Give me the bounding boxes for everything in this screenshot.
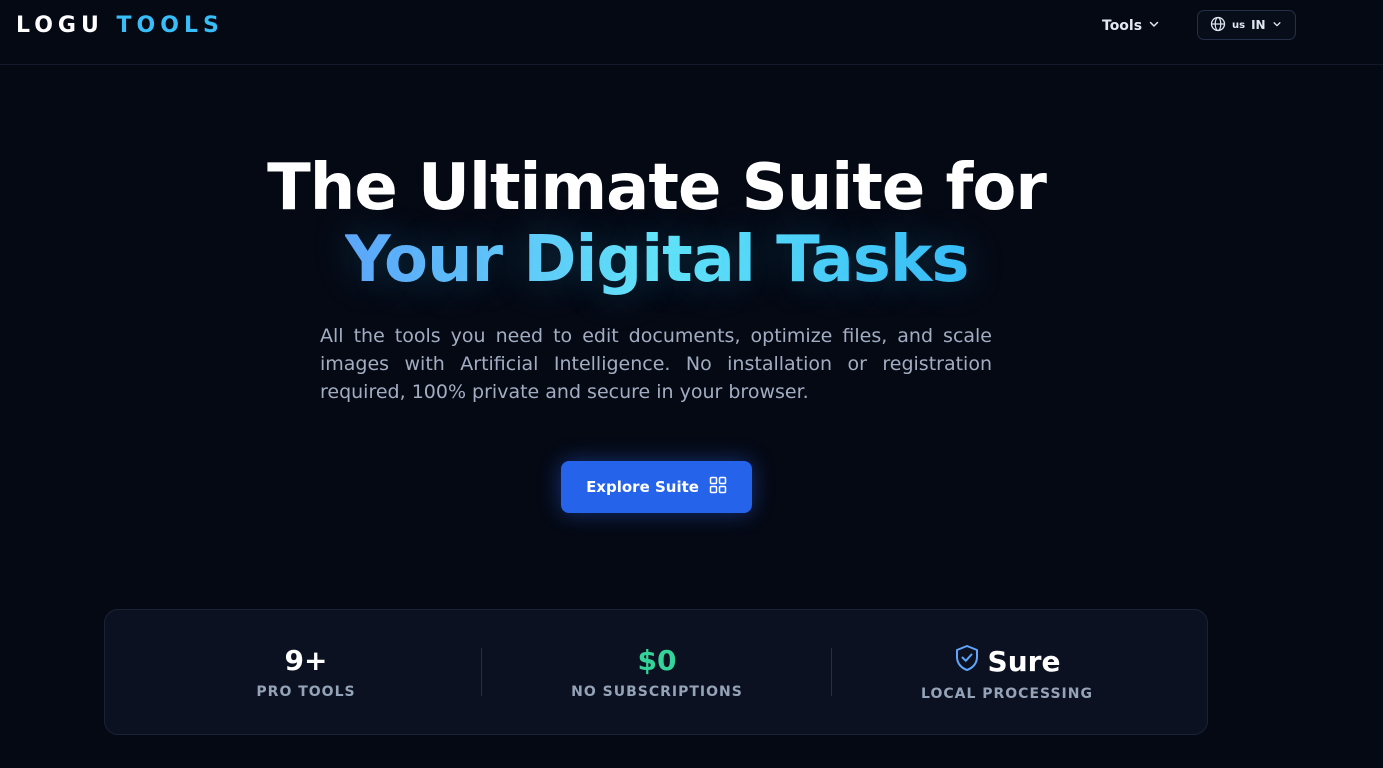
hero-title-line1: The Ultimate Suite for [267, 151, 1047, 225]
tools-menu-button[interactable]: Tools [1102, 14, 1160, 38]
top-navbar: LOGU TOOLS Tools us IN [0, 0, 1383, 65]
stat-value-row: Sure [832, 644, 1182, 680]
stat-local-processing: Sure LOCAL PROCESSING [832, 644, 1182, 702]
language-selector[interactable]: us IN [1197, 10, 1296, 40]
chevron-down-icon [1272, 18, 1282, 32]
stats-card: 9+ PRO TOOLS $0 NO SUBSCRIPTIONS Sure LO… [104, 609, 1208, 735]
stat-label: NO SUBSCRIPTIONS [571, 684, 743, 700]
stat-value: $0 [637, 644, 677, 677]
grid-icon [709, 476, 727, 498]
shield-check-icon [954, 644, 980, 680]
language-flag: us [1232, 19, 1246, 31]
logo-text-primary: LOGU [16, 13, 104, 38]
stat-value: Sure [987, 645, 1061, 678]
hero-title: The Ultimate Suite for Your Digital Task… [0, 152, 1313, 296]
stat-label: PRO TOOLS [256, 684, 356, 700]
chevron-down-icon [1148, 18, 1160, 34]
globe-icon [1210, 16, 1226, 35]
stat-label: LOCAL PROCESSING [921, 686, 1093, 702]
stat-value: 9+ [284, 644, 328, 677]
explore-suite-label: Explore Suite [586, 478, 699, 496]
tools-menu-label: Tools [1102, 18, 1143, 34]
logo[interactable]: LOGU TOOLS [16, 12, 224, 40]
stat-no-subscriptions: $0 NO SUBSCRIPTIONS [482, 644, 832, 700]
language-code: IN [1251, 18, 1266, 32]
hero-description: All the tools you need to edit documents… [320, 325, 992, 403]
stat-pro-tools: 9+ PRO TOOLS [131, 644, 481, 700]
page: LOGU TOOLS Tools us IN The Ultimate Suit… [0, 0, 1383, 768]
hero-title-line2: Your Digital Tasks [344, 223, 970, 297]
explore-suite-button[interactable]: Explore Suite [561, 461, 752, 513]
logo-text-accent: TOOLS [116, 13, 224, 38]
